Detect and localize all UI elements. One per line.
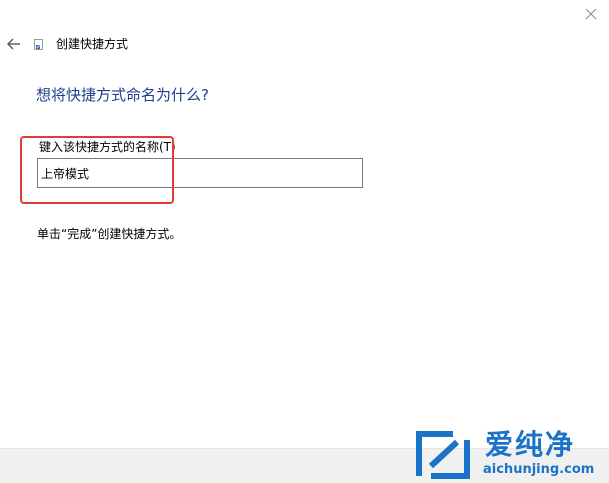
close-icon (585, 8, 597, 20)
create-shortcut-dialog: 创建快捷方式 想将快捷方式命名为什么? 键入该快捷方式的名称(T) 单击“完成”… (0, 0, 609, 483)
shortcut-name-input[interactable] (37, 158, 363, 188)
back-button[interactable] (4, 34, 24, 54)
wizard-titlebar: 创建快捷方式 (0, 30, 520, 58)
back-arrow-icon (7, 38, 20, 50)
finish-instruction: 单击“完成”创建快捷方式。 (37, 227, 182, 241)
page-heading: 想将快捷方式命名为什么? (36, 86, 209, 104)
wizard-footer (0, 448, 609, 483)
close-button[interactable] (581, 4, 601, 24)
shortcut-name-label: 键入该快捷方式的名称(T) (39, 140, 176, 154)
window-title: 创建快捷方式 (56, 37, 129, 51)
shortcut-wizard-icon (34, 39, 43, 50)
